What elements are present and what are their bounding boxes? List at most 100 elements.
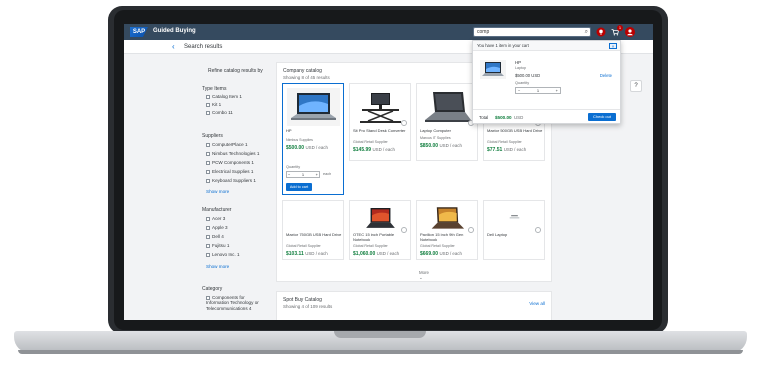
product-card[interactable]: Maxtor 750GB USB Hard Drive Global Retai… xyxy=(282,200,344,260)
product-name[interactable]: Maxtor 500GB USB Hard Drive xyxy=(487,128,543,134)
product-card[interactable]: Dell Laptop xyxy=(483,200,545,260)
product-name[interactable]: HP xyxy=(286,128,342,134)
price-value: $145.99 xyxy=(353,147,372,153)
checkbox[interactable] xyxy=(206,178,210,183)
help-button[interactable]: ? xyxy=(630,80,642,92)
sap-logo[interactable]: SAP xyxy=(130,27,148,37)
close-icon[interactable]: × xyxy=(609,43,617,49)
product-card[interactable]: Laptop Computer Marcus IT Supplies $850.… xyxy=(416,83,478,161)
filter-option[interactable]: Electrical Supplies 1 xyxy=(206,169,253,175)
product-name[interactable]: Sit Pro Stand Desk Converter xyxy=(353,128,409,134)
product-name[interactable]: Dell Laptop xyxy=(487,232,543,238)
laptop-screen: SAP Guided Buying comp ⌕ 1 ‹ Search resu… xyxy=(124,24,653,320)
cart-item-name[interactable]: HP xyxy=(515,60,521,65)
checkbox[interactable] xyxy=(206,216,210,221)
checkbox[interactable] xyxy=(206,94,210,99)
filter-option[interactable]: Nimbus Technologies 1 xyxy=(206,151,259,157)
filter-option-count: 3 xyxy=(225,225,228,230)
search-icon[interactable]: ⌕ xyxy=(585,29,588,36)
product-name[interactable]: OTEC 15 inch Portable Notebook xyxy=(353,232,409,242)
increment-button[interactable]: + xyxy=(556,88,558,94)
checkbox[interactable] xyxy=(206,102,210,107)
product-name[interactable]: Laptop Computer xyxy=(420,128,476,134)
filter-option[interactable]: Dell 4 xyxy=(206,234,224,240)
price-value: $103.11 xyxy=(286,251,304,257)
increment-button[interactable]: + xyxy=(316,172,318,178)
filter-option-label: Dell xyxy=(212,234,220,239)
checkbox[interactable] xyxy=(206,225,210,230)
filter-option-count: 1 xyxy=(256,151,260,156)
price-value: $500.00 xyxy=(286,145,305,151)
checkbox[interactable] xyxy=(206,160,210,165)
product-card[interactable]: Pavilion 15 inch 9th Gen Notebook Global… xyxy=(416,200,478,260)
filter-option[interactable]: Components for Information Technology or… xyxy=(206,295,268,313)
price-unit: USD / each xyxy=(305,145,328,150)
compare-toggle[interactable] xyxy=(401,120,407,126)
filter-option[interactable]: Keyboard Suppliers 1 xyxy=(206,178,256,184)
catalog-result-count: Showing 8 of 45 results xyxy=(283,75,330,80)
more-results-link[interactable]: More ⌄ xyxy=(419,270,429,281)
filter-option[interactable]: Lenovo Inc. 1 xyxy=(206,252,240,258)
filter-option[interactable]: PCW Components 1 xyxy=(206,160,254,166)
laptop-image xyxy=(287,88,340,126)
product-price: $77.51 USD / each xyxy=(487,147,526,153)
product-supplier: Global Retail Supplier xyxy=(353,244,388,248)
laptop-notch xyxy=(334,331,426,338)
quantity-value[interactable]: 1 xyxy=(537,88,539,93)
product-card[interactable]: Sit Pro Stand Desk Converter Global Reta… xyxy=(349,83,411,161)
decrement-button[interactable]: − xyxy=(288,172,290,178)
catalog-title: Company catalog xyxy=(283,68,322,74)
cart-item-description: Laptop xyxy=(515,66,526,70)
quantity-value[interactable]: 1 xyxy=(302,172,304,177)
checkbox[interactable] xyxy=(206,243,210,248)
user-avatar[interactable] xyxy=(625,27,635,37)
product-price: $500.00 USD / each xyxy=(286,145,328,151)
filter-option-count: 1 xyxy=(250,169,254,174)
search-input[interactable]: comp ⌕ xyxy=(473,27,591,37)
filter-option[interactable]: Apple 3 xyxy=(206,225,228,231)
price-unit: USD / each xyxy=(376,251,400,256)
product-name[interactable]: Pavilion 15 inch 9th Gen Notebook xyxy=(420,232,476,242)
product-card[interactable]: HP Nimbus Supplies $500.00 USD / each Qu… xyxy=(282,83,344,195)
check-out-button[interactable]: Check out xyxy=(588,113,616,121)
filter-option[interactable]: Combo 11 xyxy=(206,110,233,116)
checkbox[interactable] xyxy=(206,252,210,257)
cart-quantity-stepper[interactable]: − 1 + xyxy=(515,87,561,94)
product-supplier: Global Retail Supplier xyxy=(353,140,388,144)
decrement-button[interactable]: − xyxy=(518,88,520,94)
quantity-stepper[interactable]: − 1 + xyxy=(286,171,320,178)
checkbox[interactable] xyxy=(206,234,210,239)
filter-option-label: Nimbus Technologies xyxy=(212,151,256,156)
hard-drive-image xyxy=(293,205,334,233)
checkbox[interactable] xyxy=(206,110,210,115)
notification-icon[interactable] xyxy=(596,27,606,37)
filter-option-label: Apple xyxy=(212,225,224,230)
filter-option[interactable]: Acer 3 xyxy=(206,216,225,222)
filter-option-label: ComputerPlace xyxy=(212,142,244,147)
add-to-cart-button[interactable]: Add to cart xyxy=(286,183,312,191)
cart-item-image xyxy=(480,60,506,79)
filter-option[interactable]: Catalog Item 1 xyxy=(206,94,242,100)
filter-option-label: Combo xyxy=(212,110,227,115)
checkbox[interactable] xyxy=(206,151,210,156)
price-value: $77.51 xyxy=(487,147,503,153)
laptop-lip xyxy=(18,350,743,354)
back-chevron-icon[interactable]: ‹ xyxy=(172,42,175,51)
checkbox[interactable] xyxy=(206,169,210,174)
checkbox[interactable] xyxy=(206,295,210,300)
filter-option[interactable]: ComputerPlace 1 xyxy=(206,142,248,148)
product-price: $1,060.00 USD / each xyxy=(353,251,399,257)
view-all-link[interactable]: View all xyxy=(529,301,545,306)
delete-item-link[interactable]: Delete xyxy=(600,73,612,78)
product-name[interactable]: Maxtor 750GB USB Hard Drive xyxy=(286,232,342,238)
product-supplier: Global Retail Supplier xyxy=(420,244,455,248)
checkbox[interactable] xyxy=(206,142,210,147)
quantity-label: Quantity xyxy=(286,165,301,169)
filter-option[interactable]: Fujitsu 1 xyxy=(206,243,229,249)
filter-option-count: 1 xyxy=(239,94,242,99)
manufacturer-filter-heading: Manufacturer xyxy=(202,207,232,213)
manufacturer-show-more-link[interactable]: Show more xyxy=(206,264,229,269)
suppliers-show-more-link[interactable]: Show more xyxy=(206,189,229,194)
product-card[interactable]: OTEC 15 inch Portable Notebook Global Re… xyxy=(349,200,411,260)
filter-option[interactable]: Kit 1 xyxy=(206,102,221,108)
